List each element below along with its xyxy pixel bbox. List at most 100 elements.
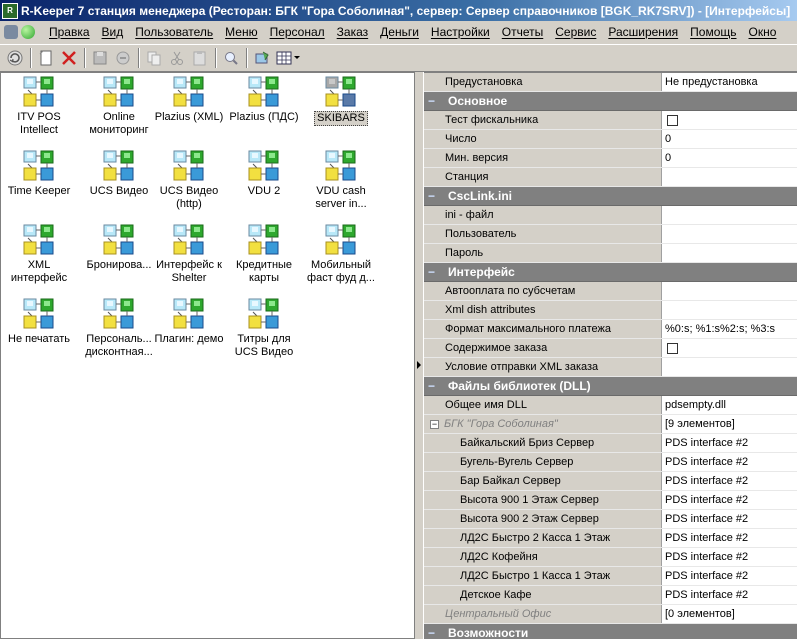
undo-icon[interactable] bbox=[112, 47, 134, 69]
interface-item[interactable]: SKIBARS bbox=[303, 75, 379, 126]
collapse-icon[interactable]: − bbox=[428, 379, 442, 393]
interface-item[interactable]: Plazius (XML) bbox=[151, 75, 227, 124]
property-checkbox[interactable] bbox=[667, 342, 678, 354]
menu-item[interactable]: Отчеты bbox=[496, 25, 549, 39]
property-category[interactable]: − Основное bbox=[424, 92, 797, 111]
property-row[interactable]: Формат максимального платежа %0:s; %1:s%2… bbox=[424, 320, 797, 339]
menu-item[interactable]: Окно bbox=[743, 25, 783, 39]
interfaces-list[interactable]: ITV POS Intellect Online мониторинг Plaz… bbox=[0, 72, 414, 639]
menu-item[interactable]: Меню bbox=[219, 25, 263, 39]
menu-item[interactable]: Сервис bbox=[549, 25, 602, 39]
property-row[interactable]: Условие отправки XML заказа bbox=[424, 358, 797, 377]
property-value[interactable] bbox=[662, 168, 797, 186]
property-row[interactable]: Байкальский Бриз Сервер PDS interface #2 bbox=[424, 434, 797, 453]
menu-item[interactable]: Расширения bbox=[602, 25, 684, 39]
collapse-icon[interactable]: − bbox=[428, 626, 442, 639]
new-document-icon[interactable] bbox=[35, 47, 57, 69]
interface-item[interactable]: XML интерфейс bbox=[1, 223, 77, 284]
interface-item[interactable]: Титры для UCS Видео bbox=[226, 297, 302, 358]
menu-item[interactable]: Пользователь bbox=[129, 25, 219, 39]
collapse-icon[interactable]: − bbox=[428, 265, 442, 279]
copy-icon[interactable] bbox=[143, 47, 165, 69]
collapse-icon[interactable]: − bbox=[428, 94, 442, 108]
property-value[interactable]: Не предустановка bbox=[662, 73, 797, 91]
interface-item[interactable]: Интерфейс к Shelter bbox=[151, 223, 227, 284]
property-value[interactable]: PDS interface #2 bbox=[662, 567, 797, 585]
property-value[interactable] bbox=[662, 339, 797, 357]
collapse-icon[interactable]: − bbox=[428, 189, 442, 203]
property-row[interactable]: Предустановка Не предустановка bbox=[424, 73, 797, 92]
property-value[interactable]: 0 bbox=[662, 149, 797, 167]
property-checkbox[interactable] bbox=[667, 114, 678, 126]
interface-item[interactable]: UCS Видео (http) bbox=[151, 149, 227, 210]
property-row[interactable]: ini - файл bbox=[424, 206, 797, 225]
interface-item[interactable]: Персональ... дисконтная... bbox=[81, 297, 157, 358]
property-category[interactable]: − Возможности bbox=[424, 624, 797, 639]
property-value[interactable]: 0 bbox=[662, 130, 797, 148]
interface-item[interactable]: UCS Видео bbox=[81, 149, 157, 198]
property-row[interactable]: ЛД2С Кофейня PDS interface #2 bbox=[424, 548, 797, 567]
property-row[interactable]: Мин. версия 0 bbox=[424, 149, 797, 168]
property-value[interactable]: pdsempty.dll bbox=[662, 396, 797, 414]
property-value[interactable]: PDS interface #2 bbox=[662, 529, 797, 547]
splitter-arrow-icon[interactable] bbox=[417, 361, 421, 369]
property-row[interactable]: Число 0 bbox=[424, 130, 797, 149]
property-row[interactable]: Высота 900 2 Этаж Сервер PDS interface #2 bbox=[424, 510, 797, 529]
property-value[interactable] bbox=[662, 206, 797, 224]
menu-item[interactable]: Вид bbox=[96, 25, 130, 39]
interface-item[interactable]: Time Keeper bbox=[1, 149, 77, 198]
property-value[interactable] bbox=[662, 282, 797, 300]
property-value[interactable] bbox=[662, 301, 797, 319]
interface-item[interactable]: VDU 2 bbox=[226, 149, 302, 198]
property-row[interactable]: ЛД2С Быстро 1 Касса 1 Этаж PDS interface … bbox=[424, 567, 797, 586]
interface-item[interactable]: Бронирова... bbox=[81, 223, 157, 272]
pane-splitter[interactable] bbox=[414, 72, 424, 639]
properties-icon[interactable] bbox=[251, 47, 273, 69]
property-value[interactable] bbox=[662, 244, 797, 262]
property-value[interactable] bbox=[662, 225, 797, 243]
property-row[interactable]: Содержимое заказа bbox=[424, 339, 797, 358]
interface-item[interactable]: Плагин: демо bbox=[151, 297, 227, 346]
save-icon[interactable] bbox=[89, 47, 111, 69]
cut-icon[interactable] bbox=[166, 47, 188, 69]
menu-item[interactable]: Персонал bbox=[264, 25, 331, 39]
property-row[interactable]: − БГК "Гора Соболиная" [9 элементов] bbox=[424, 415, 797, 434]
property-value[interactable]: PDS interface #2 bbox=[662, 434, 797, 452]
delete-icon[interactable] bbox=[58, 47, 80, 69]
property-value[interactable] bbox=[662, 358, 797, 376]
search-icon[interactable] bbox=[220, 47, 242, 69]
property-row[interactable]: Детское Кафе PDS interface #2 bbox=[424, 586, 797, 605]
property-value[interactable]: PDS interface #2 bbox=[662, 586, 797, 604]
property-value[interactable]: PDS interface #2 bbox=[662, 453, 797, 471]
property-value[interactable]: [0 элементов] bbox=[662, 605, 797, 623]
property-value[interactable]: PDS interface #2 bbox=[662, 472, 797, 490]
interface-item[interactable]: Не печатать bbox=[1, 297, 77, 346]
property-category[interactable]: − CscLink.ini bbox=[424, 187, 797, 206]
interface-item[interactable]: Online мониторинг bbox=[81, 75, 157, 136]
property-row[interactable]: Пароль bbox=[424, 244, 797, 263]
property-row[interactable]: Высота 900 1 Этаж Сервер PDS interface #2 bbox=[424, 491, 797, 510]
menu-item[interactable]: Помощь bbox=[684, 25, 742, 39]
interface-item[interactable]: ITV POS Intellect bbox=[1, 75, 77, 136]
interface-item[interactable]: Мобильный фаст фуд д... bbox=[303, 223, 379, 284]
property-category[interactable]: − Файлы библиотек (DLL) bbox=[424, 377, 797, 396]
property-value[interactable]: PDS interface #2 bbox=[662, 548, 797, 566]
property-row[interactable]: Автооплата по субсчетам bbox=[424, 282, 797, 301]
interface-item[interactable]: Кредитные карты bbox=[226, 223, 302, 284]
property-row[interactable]: Центральный Офис [0 элементов] bbox=[424, 605, 797, 624]
property-value[interactable]: PDS interface #2 bbox=[662, 510, 797, 528]
interface-item[interactable]: Plazius (ПДС) bbox=[226, 75, 302, 124]
refresh-icon[interactable] bbox=[4, 47, 26, 69]
property-value[interactable]: PDS interface #2 bbox=[662, 491, 797, 509]
window-menu-icon[interactable] bbox=[4, 24, 18, 39]
expand-toggle-icon[interactable]: − bbox=[430, 419, 439, 429]
property-value[interactable] bbox=[662, 111, 797, 129]
property-row[interactable]: Общее имя DLL pdsempty.dll bbox=[424, 396, 797, 415]
menu-item[interactable]: Деньги bbox=[374, 25, 425, 39]
menu-item[interactable]: Настройки bbox=[425, 25, 496, 39]
menu-item[interactable]: Правка bbox=[43, 25, 96, 39]
interface-item[interactable]: VDU cash server in... bbox=[303, 149, 379, 210]
property-row[interactable]: Бар Байкал Сервер PDS interface #2 bbox=[424, 472, 797, 491]
paste-icon[interactable] bbox=[189, 47, 211, 69]
property-row[interactable]: Тест фискальника bbox=[424, 111, 797, 130]
